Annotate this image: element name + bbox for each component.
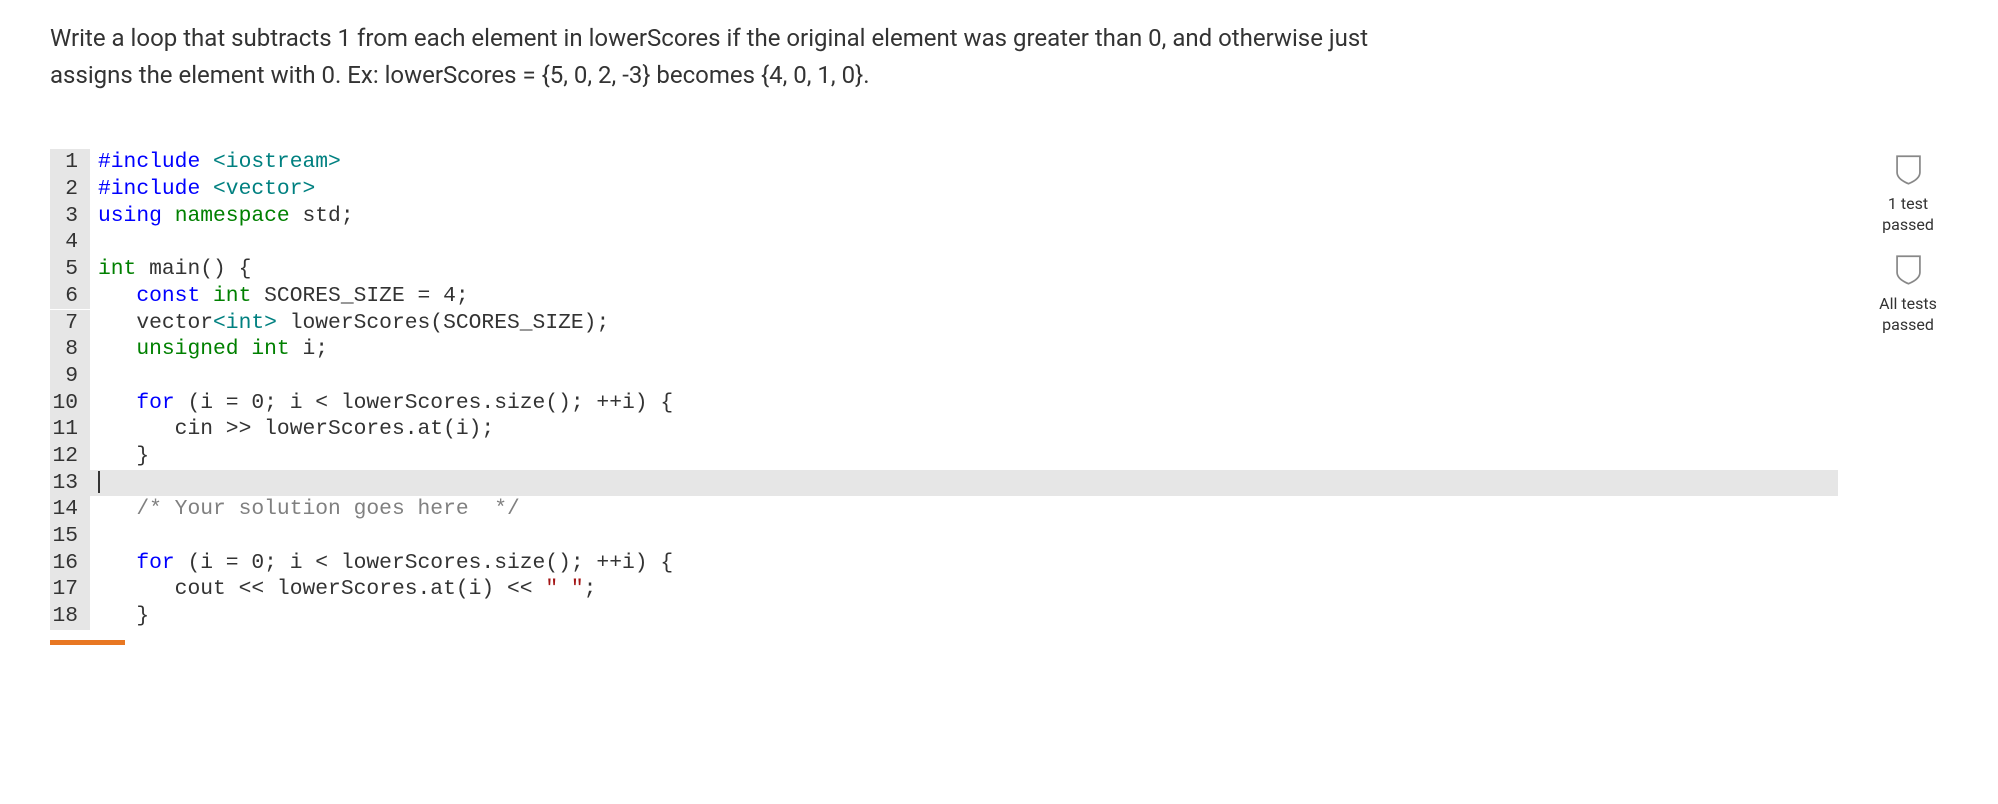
line-number: 2 xyxy=(50,176,90,203)
code-line[interactable]: 10 for (i = 0; i < lowerScores.size(); +… xyxy=(50,390,1838,417)
shield-icon xyxy=(1894,154,1923,190)
code-line[interactable]: 13 xyxy=(50,470,1838,497)
code-line[interactable]: 1#include <iostream> xyxy=(50,149,1838,176)
status-all-tests-label: All tests passed xyxy=(1879,294,1937,336)
line-number: 8 xyxy=(50,336,90,363)
code-panel: 1#include <iostream>2#include <vector>3u… xyxy=(50,149,1838,644)
code-content[interactable]: #include <iostream> xyxy=(90,149,341,176)
code-content[interactable]: /* Your solution goes here */ xyxy=(90,496,520,523)
line-number: 1 xyxy=(50,149,90,176)
orange-indicator xyxy=(50,640,125,645)
exercise-prompt: Write a loop that subtracts 1 from each … xyxy=(50,20,1948,94)
code-line[interactable]: 6 const int SCORES_SIZE = 4; xyxy=(50,283,1838,310)
line-number: 9 xyxy=(50,363,90,390)
code-content[interactable]: } xyxy=(90,443,149,470)
code-line[interactable]: 12 } xyxy=(50,443,1838,470)
status-panel: 1 test passed All tests passed xyxy=(1868,149,1948,644)
code-content[interactable]: using namespace std; xyxy=(90,203,354,230)
line-number: 4 xyxy=(50,229,90,256)
code-content[interactable]: const int SCORES_SIZE = 4; xyxy=(90,283,469,310)
line-number: 17 xyxy=(50,576,90,603)
code-content[interactable]: cout << lowerScores.at(i) << " "; xyxy=(90,576,596,603)
code-content[interactable]: for (i = 0; i < lowerScores.size(); ++i)… xyxy=(90,390,673,417)
code-content[interactable]: vector<int> lowerScores(SCORES_SIZE); xyxy=(90,310,609,337)
code-line[interactable]: 4 xyxy=(50,229,1838,256)
line-number: 16 xyxy=(50,550,90,577)
status-one-test-label: 1 test passed xyxy=(1882,194,1934,236)
line-number: 10 xyxy=(50,390,90,417)
line-number: 6 xyxy=(50,283,90,310)
code-line[interactable]: 11 cin >> lowerScores.at(i); xyxy=(50,416,1838,443)
prompt-line-1: Write a loop that subtracts 1 from each … xyxy=(50,24,1368,52)
cursor xyxy=(98,471,100,493)
code-line[interactable]: 15 xyxy=(50,523,1838,550)
code-line[interactable]: 3using namespace std; xyxy=(50,203,1838,230)
code-line[interactable]: 2#include <vector> xyxy=(50,176,1838,203)
status-all-tests: All tests passed xyxy=(1879,254,1937,336)
prompt-line-2: assigns the element with 0. Ex: lowerSco… xyxy=(50,61,870,89)
code-content[interactable]: #include <vector> xyxy=(90,176,315,203)
line-number: 3 xyxy=(50,203,90,230)
code-line[interactable]: 14 /* Your solution goes here */ xyxy=(50,496,1838,523)
main-container: Write a loop that subtracts 1 from each … xyxy=(0,0,1998,665)
code-content[interactable]: unsigned int i; xyxy=(90,336,328,363)
line-number: 15 xyxy=(50,523,90,550)
code-line[interactable]: 5int main() { xyxy=(50,256,1838,283)
main-area: 1#include <iostream>2#include <vector>3u… xyxy=(50,149,1948,644)
line-number: 14 xyxy=(50,496,90,523)
code-content[interactable] xyxy=(90,470,100,497)
line-number: 11 xyxy=(50,416,90,443)
status-one-test: 1 test passed xyxy=(1882,154,1934,236)
code-line[interactable]: 18 } xyxy=(50,603,1838,630)
shield-icon xyxy=(1894,254,1923,290)
code-content[interactable]: } xyxy=(90,603,149,630)
line-number: 12 xyxy=(50,443,90,470)
line-number: 13 xyxy=(50,470,90,497)
code-content[interactable]: for (i = 0; i < lowerScores.size(); ++i)… xyxy=(90,550,673,577)
code-content[interactable]: cin >> lowerScores.at(i); xyxy=(90,416,494,443)
code-line[interactable]: 9 xyxy=(50,363,1838,390)
code-line[interactable]: 7 vector<int> lowerScores(SCORES_SIZE); xyxy=(50,310,1838,337)
code-line[interactable]: 8 unsigned int i; xyxy=(50,336,1838,363)
line-number: 5 xyxy=(50,256,90,283)
code-editor[interactable]: 1#include <iostream>2#include <vector>3u… xyxy=(50,149,1838,629)
code-line[interactable]: 16 for (i = 0; i < lowerScores.size(); +… xyxy=(50,550,1838,577)
line-number: 7 xyxy=(50,310,90,337)
code-content[interactable]: int main() { xyxy=(90,256,251,283)
code-line[interactable]: 17 cout << lowerScores.at(i) << " "; xyxy=(50,576,1838,603)
line-number: 18 xyxy=(50,603,90,630)
